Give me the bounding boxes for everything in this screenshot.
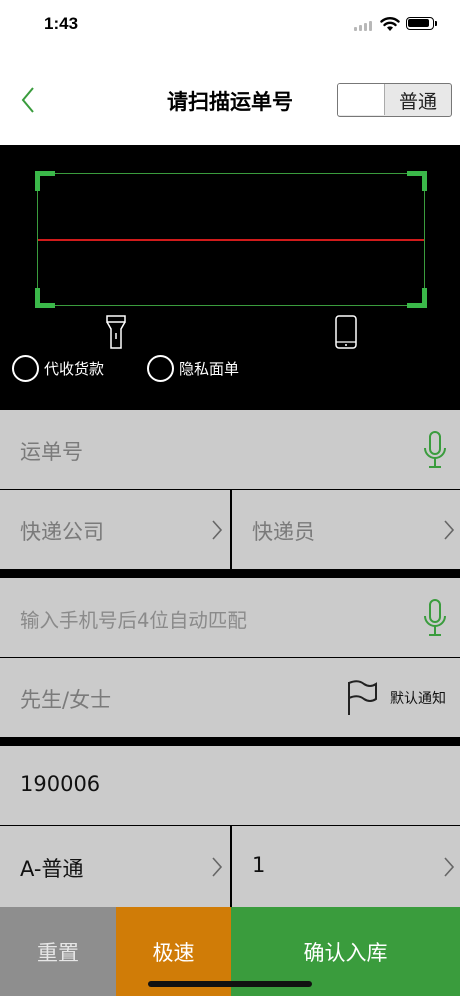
- chevron-right-icon: [212, 856, 223, 877]
- home-indicator: [148, 981, 312, 987]
- quantity-select[interactable]: 1: [232, 826, 460, 907]
- flag-icon[interactable]: [346, 680, 378, 716]
- courier-select[interactable]: 快递员: [232, 490, 460, 569]
- chevron-right-icon: [212, 519, 223, 540]
- microphone-icon[interactable]: [422, 430, 448, 470]
- shelf-code-field[interactable]: 190006: [0, 746, 460, 825]
- status-bar: 1:43: [0, 0, 460, 56]
- category-row: A-普通 1: [0, 826, 460, 907]
- reset-button[interactable]: 重置: [0, 907, 116, 996]
- category-select[interactable]: A-普通: [0, 826, 230, 907]
- privacy-waybill-option[interactable]: 隐私面单: [147, 353, 239, 383]
- shelf-code-value: 190006: [20, 772, 101, 796]
- wifi-icon: [380, 17, 400, 31]
- scan-frame: [35, 171, 427, 308]
- phone-icon[interactable]: [334, 315, 358, 349]
- cod-option[interactable]: 代收货款: [12, 353, 104, 383]
- mode-toggle-knob: [338, 84, 385, 115]
- category-value: A-普通: [20, 857, 84, 881]
- courier-company-select[interactable]: 快递公司: [0, 490, 230, 569]
- name-placeholder: 先生/女士: [20, 688, 112, 712]
- microphone-icon[interactable]: [422, 598, 448, 638]
- phone-field[interactable]: 输入手机号后4位自动匹配: [0, 578, 460, 657]
- flashlight-icon[interactable]: [104, 315, 128, 349]
- scan-corner: [35, 288, 55, 308]
- scan-line: [38, 239, 424, 241]
- mode-toggle[interactable]: 普通: [337, 83, 452, 117]
- scan-corner: [407, 288, 427, 308]
- battery-icon: [406, 17, 437, 30]
- scanner-view: 代收货款 隐私面单: [0, 145, 460, 410]
- privacy-label: 隐私面单: [179, 359, 240, 378]
- name-field[interactable]: 先生/女士 默认通知: [0, 658, 460, 737]
- status-time: 1:43: [44, 14, 79, 33]
- nav-bar: 请扫描运单号 普通: [0, 56, 460, 145]
- scan-corner: [35, 171, 55, 191]
- waybill-field[interactable]: 运单号: [0, 410, 460, 489]
- cod-label: 代收货款: [44, 359, 105, 378]
- scan-corner: [407, 171, 427, 191]
- courier-placeholder: 快递员: [252, 520, 315, 544]
- courier-row: 快递公司 快递员: [0, 490, 460, 569]
- privacy-radio[interactable]: [147, 354, 174, 382]
- notify-label[interactable]: 默认通知: [390, 688, 446, 708]
- waybill-placeholder: 运单号: [20, 440, 83, 464]
- chevron-right-icon: [444, 856, 455, 877]
- courier-company-placeholder: 快递公司: [20, 520, 104, 544]
- cellular-signal-icon: [354, 21, 374, 31]
- phone-placeholder: 输入手机号后4位自动匹配: [20, 609, 247, 632]
- cod-radio[interactable]: [12, 354, 39, 382]
- quantity-value: 1: [252, 853, 266, 877]
- mode-label: 普通: [398, 91, 437, 113]
- chevron-right-icon: [444, 519, 455, 540]
